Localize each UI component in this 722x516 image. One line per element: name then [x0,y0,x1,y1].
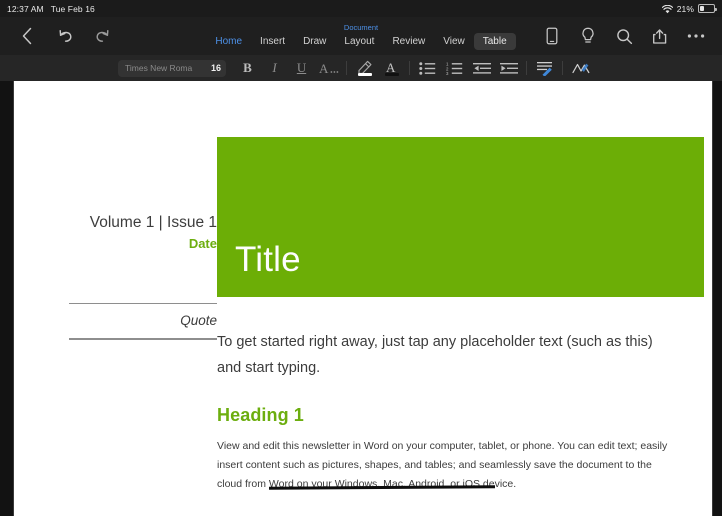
svg-text:A: A [319,61,329,75]
font-field[interactable]: Times New Roma 16 [118,59,227,77]
color-group: A [351,57,405,79]
mobile-view-icon[interactable] [541,25,563,47]
toolbar-divider [562,61,564,75]
numbered-list-button[interactable]: 1 2 3 [441,57,468,79]
volume-issue-text[interactable]: Volume 1 | Issue 1 [69,212,217,233]
ribbon-tabs: Home Insert Draw Layout Review View Tabl… [206,32,516,50]
underline-button[interactable]: U [288,57,315,79]
status-bar-left: 12:37 AM Tue Feb 16 [7,4,95,14]
font-name-input[interactable]: Times New Roma [125,63,203,73]
title-banner[interactable]: Title [217,137,704,297]
tab-insert[interactable]: Insert [251,33,294,50]
font-size-input[interactable]: 16 [211,63,221,73]
ribbon-bar: Document Home Insert Draw Layout Review … [0,17,722,55]
format-toolbar: Times New Roma 16 B I U A A 1 2 3 [0,55,722,81]
document-canvas[interactable]: Volume 1 | Issue 1 Date Quote Title To g… [0,81,722,516]
body-paragraph-text: View and edit this newsletter in Word on… [217,440,668,490]
tab-layout[interactable]: Layout [335,33,383,50]
intro-paragraph[interactable]: To get started right away, just tap any … [217,329,669,381]
tab-review[interactable]: Review [383,33,434,50]
document-main-column: Title To get started right away, just ta… [217,81,704,494]
document-page[interactable]: Volume 1 | Issue 1 Date Quote Title To g… [14,81,712,516]
ribbon-left-controls [0,25,114,47]
more-ellipsis-icon[interactable] [685,25,707,47]
tab-view[interactable]: View [434,33,474,50]
battery-icon [698,4,717,13]
italic-button[interactable]: I [261,57,288,79]
lightbulb-icon[interactable] [577,25,599,47]
word-ipad-app: 12:37 AM Tue Feb 16 21% Document Home In… [0,0,722,516]
status-time: 12:37 AM [7,3,44,14]
tab-draw[interactable]: Draw [294,33,335,50]
decrease-indent-button[interactable] [468,57,495,79]
date-placeholder[interactable]: Date [69,236,217,251]
wifi-icon [661,4,673,14]
bold-button[interactable]: B [234,57,261,79]
undo-icon[interactable] [54,25,76,47]
highlight-color-button[interactable] [351,57,378,79]
quote-rule-bottom [69,338,217,340]
status-bar: 12:37 AM Tue Feb 16 21% [0,0,722,17]
svg-text:A: A [386,60,396,74]
redo-icon[interactable] [92,25,114,47]
font-effects-button[interactable]: A [315,57,342,79]
heading-1[interactable]: Heading 1 [217,405,704,426]
tab-table[interactable]: Table [473,32,516,50]
paragraph-format-button[interactable] [531,57,558,79]
list-group: 1 2 3 [414,57,522,79]
body-paragraph[interactable]: View and edit this newsletter in Word on… [217,437,679,494]
battery-percent: 21% [676,3,694,14]
quote-placeholder[interactable]: Quote [69,304,217,338]
quote-block[interactable]: Quote [69,303,217,340]
status-bar-right: 21% [661,3,717,14]
toolbar-divider [526,61,528,75]
ribbon-right-controls [541,25,722,47]
back-chevron-icon[interactable] [16,25,38,47]
document-sidebar-column: Volume 1 | Issue 1 Date Quote [69,81,217,340]
paragraph-group [531,57,594,79]
svg-text:3: 3 [446,71,449,75]
tab-home[interactable]: Home [206,33,251,50]
status-date: Tue Feb 16 [50,3,95,14]
increase-indent-button[interactable] [495,57,522,79]
toolbar-divider [409,61,411,75]
font-color-button[interactable]: A [378,57,405,79]
share-icon[interactable] [649,25,671,47]
styles-button[interactable] [567,57,594,79]
toolbar-divider [346,61,348,75]
document-context-label: Document [343,22,379,32]
text-style-group: B I U A [234,57,342,79]
document-title[interactable]: Title [235,241,301,279]
bullet-list-button[interactable] [414,57,441,79]
search-icon[interactable] [613,25,635,47]
document-body: Volume 1 | Issue 1 Date Quote Title To g… [14,81,712,516]
